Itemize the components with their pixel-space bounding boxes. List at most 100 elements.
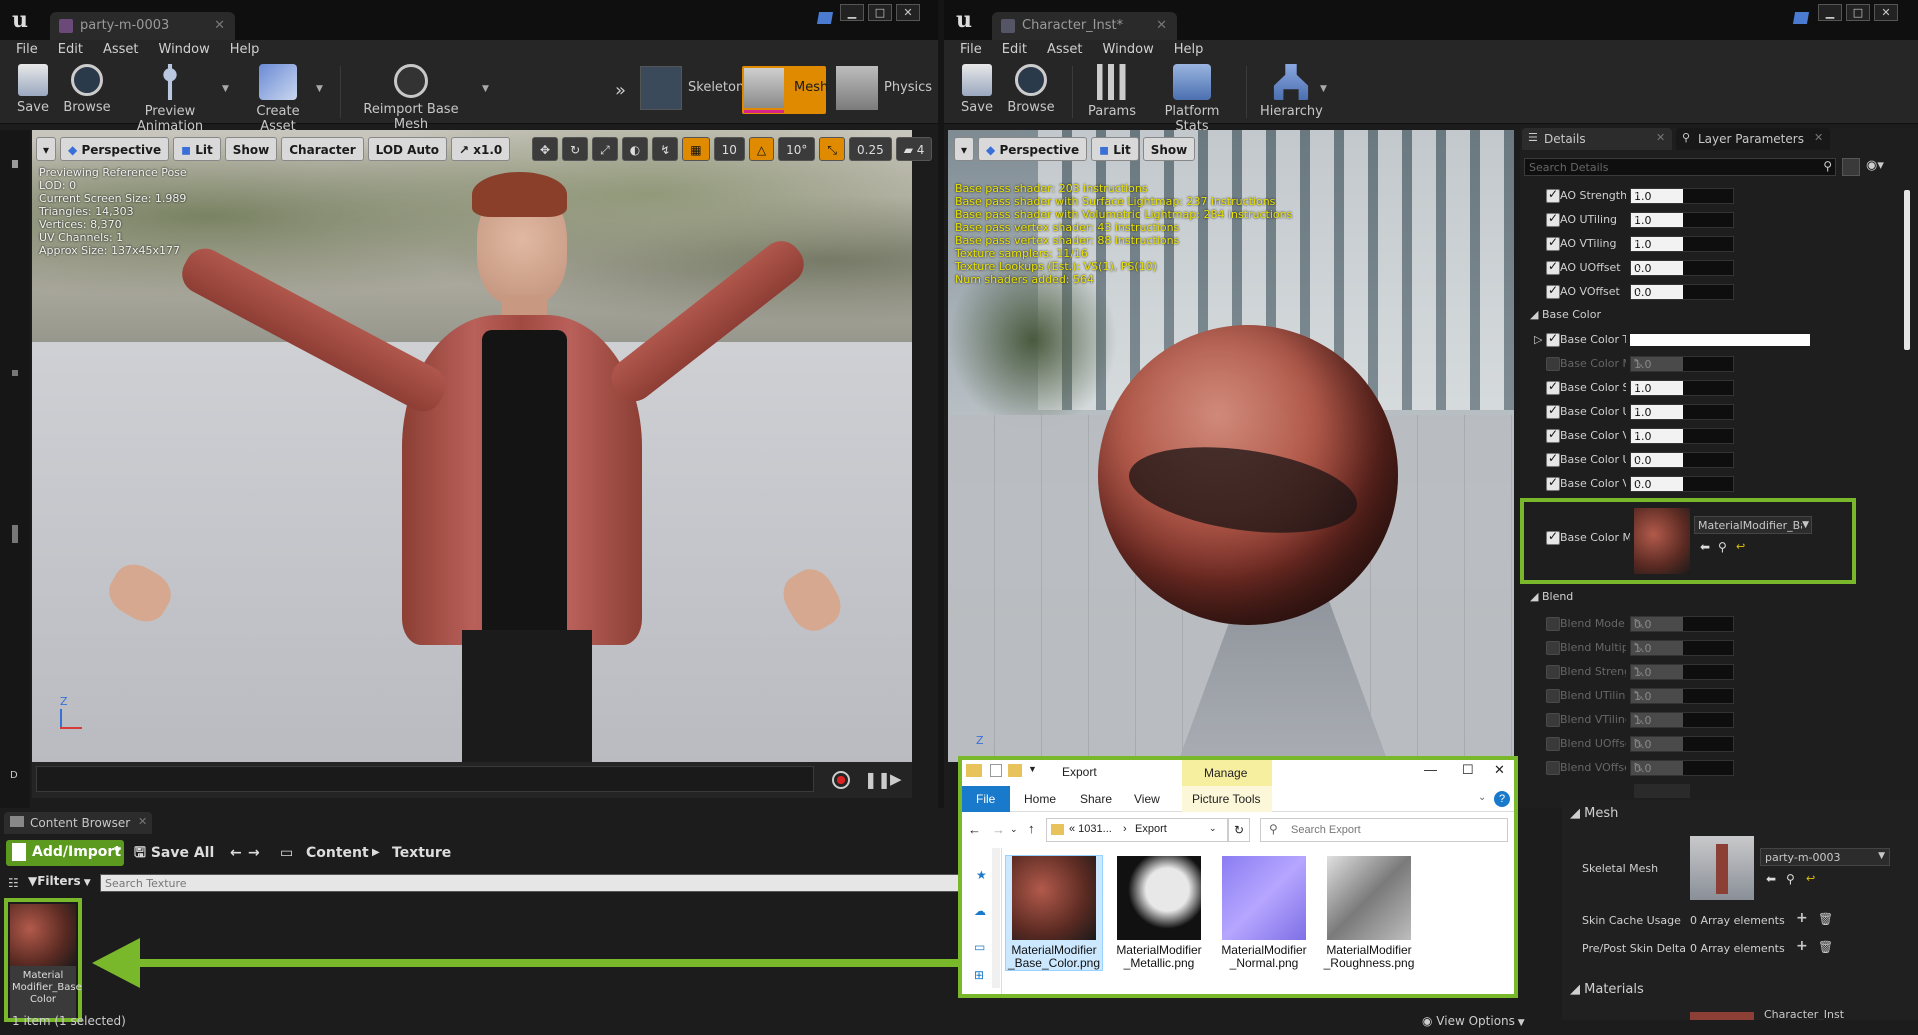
use-selected-icon[interactable]: ⬅ [1766, 872, 1776, 886]
up-icon[interactable]: ↑ [1028, 821, 1035, 836]
delete-icon[interactable]: 🗑 [1818, 940, 1833, 954]
property-value-field[interactable]: 1.0 ⤡ [1630, 212, 1734, 228]
property-value-field[interactable]: 0.0 ⤡ [1630, 616, 1734, 632]
explorer-file-item[interactable]: MaterialModifier _Metallic.png [1111, 856, 1207, 970]
blend-section-header[interactable]: ◢ Blend [1530, 590, 1573, 603]
property-value-field[interactable]: 0.0 ⤡ [1630, 284, 1734, 300]
browse-asset-icon[interactable]: ⚲ [1718, 540, 1727, 554]
content-browser-tab[interactable]: Content Browser ✕ [4, 812, 152, 834]
override-checkbox[interactable] [1546, 689, 1560, 703]
history-back-icon[interactable]: ← [230, 841, 242, 865]
browse-asset-icon[interactable]: ⚲ [1786, 872, 1795, 886]
material-thumbnail[interactable] [1690, 1012, 1754, 1020]
source-control-icon[interactable] [816, 12, 834, 24]
rotate-icon[interactable]: ↻ [562, 137, 589, 161]
menu-asset[interactable]: Asset [1037, 40, 1093, 60]
show-button[interactable]: Show [1142, 137, 1196, 161]
world-space-icon[interactable]: ◐ [621, 137, 649, 161]
add-element-icon[interactable]: + [1796, 938, 1808, 954]
override-checkbox[interactable] [1546, 331, 1560, 347]
translate-icon[interactable]: ✥ [532, 137, 559, 161]
history-forward-icon[interactable]: → [248, 841, 260, 865]
close-window-icon[interactable]: ✕ [1874, 4, 1898, 21]
picture-tools-tab[interactable]: Picture Tools [1182, 786, 1272, 812]
quick-access-icon[interactable]: ★ [976, 868, 987, 882]
ribbon-tab-home[interactable]: Home [1024, 792, 1056, 806]
grid-size-value[interactable]: 10 [713, 137, 745, 161]
filters-button[interactable]: ▼Filters ▼ [28, 874, 91, 892]
minimize-icon[interactable]: ▁ [840, 4, 864, 21]
platform-stats-button[interactable]: Platform Stats [1150, 64, 1234, 134]
property-value-field[interactable]: 1.0 ⤡ [1630, 712, 1734, 728]
menu-file[interactable]: File [6, 40, 48, 60]
override-checkbox[interactable] [1546, 211, 1560, 227]
override-checkbox[interactable] [1546, 665, 1560, 679]
skeletal-mesh-thumbnail[interactable] [1690, 836, 1754, 900]
camera-speed-button[interactable]: ▰ 4 [895, 137, 933, 161]
property-value-field[interactable]: 1.0 ⤡ [1630, 404, 1734, 420]
grid-snap-icon[interactable]: ▦ [682, 137, 710, 161]
maximize-icon[interactable]: □ [868, 4, 892, 21]
property-value-field[interactable]: 0.0 ⤡ [1630, 452, 1734, 468]
close-window-icon[interactable]: ✕ [1494, 762, 1505, 778]
menu-help[interactable]: Help [1164, 40, 1214, 60]
this-pc-icon[interactable]: ▭ [974, 940, 985, 954]
scale-snap-icon[interactable]: ⤡ [819, 137, 846, 161]
property-value-field[interactable]: 1.0 ⤡ [1630, 188, 1734, 204]
override-checkbox[interactable] [1546, 259, 1560, 275]
new-folder-icon[interactable] [1008, 764, 1022, 777]
hierarchy-dropdown-icon[interactable]: ▼ [1320, 84, 1327, 94]
create-asset-dropdown-icon[interactable]: ▼ [316, 84, 323, 94]
address-dropdown-icon[interactable]: ⌄ [1209, 823, 1217, 834]
expand-arrow-icon[interactable]: ▷ [1534, 333, 1542, 346]
close-window-icon[interactable]: ✕ [896, 4, 920, 21]
character-button[interactable]: Character [281, 137, 364, 161]
close-tab-icon[interactable]: ✕ [1156, 12, 1167, 40]
manage-tab[interactable]: Manage [1182, 760, 1272, 786]
surface-snap-icon[interactable]: ↯ [652, 137, 679, 161]
material-dropdown[interactable]: Character_Inst [1760, 1008, 1890, 1020]
network-icon[interactable]: ⊞ [974, 968, 984, 982]
override-checkbox[interactable] [1546, 187, 1560, 203]
white-srgb-field[interactable]: White_sRGB [1634, 784, 1690, 798]
texture-search-field[interactable]: Search Texture [100, 874, 964, 892]
materials-section-header[interactable]: ◢ Materials [1570, 982, 1644, 997]
override-checkbox[interactable] [1546, 529, 1560, 545]
save-button[interactable]: Save [10, 64, 56, 122]
physics-mode-button[interactable]: Physics [836, 66, 936, 110]
property-value-field[interactable]: 1.0 ⤡ [1630, 688, 1734, 704]
view-options-button[interactable]: ◉ View Options ▼ [1422, 1014, 1525, 1028]
params-button[interactable]: Params [1084, 64, 1140, 122]
path-content[interactable]: Content [306, 841, 369, 865]
browse-button[interactable]: Browse [62, 64, 112, 122]
override-checkbox[interactable] [1546, 235, 1560, 251]
qat-dropdown-icon[interactable]: ▼ [1028, 764, 1037, 774]
texture-thumbnail[interactable] [1634, 508, 1690, 574]
show-button[interactable]: Show [224, 137, 278, 161]
save-button[interactable]: Save [954, 64, 1000, 122]
play-forward-icon[interactable]: ▶ [890, 770, 902, 788]
recent-dropdown-icon[interactable]: ⌄ [1010, 824, 1018, 835]
properties-icon[interactable] [990, 764, 1002, 777]
create-asset-button[interactable]: Create Asset [240, 64, 316, 134]
visibility-eye-icon[interactable]: ◉▾ [1866, 158, 1884, 173]
menu-window[interactable]: Window [149, 40, 220, 60]
explorer-file-item[interactable]: MaterialModifier _Base_Color.png [1005, 855, 1103, 971]
preview-animation-button[interactable]: Preview Animation [118, 64, 222, 134]
delete-icon[interactable]: 🗑 [1818, 912, 1833, 926]
lod-button[interactable]: LOD Auto [367, 137, 447, 161]
reset-icon[interactable]: ↩ [1736, 540, 1745, 553]
hierarchy-button[interactable]: Hierarchy [1260, 64, 1323, 122]
minimize-icon[interactable]: ▁ [1818, 4, 1842, 21]
right-viewport[interactable]: Base pass shader: 203 instructions Base p… [948, 130, 1514, 762]
pause-icon[interactable]: ❚❚ [864, 770, 891, 789]
override-checkbox[interactable] [1546, 761, 1560, 775]
override-checkbox[interactable] [1546, 737, 1560, 751]
perspective-button[interactable]: ◆ Perspective [978, 137, 1088, 161]
address-bar[interactable]: « 1031... › Export ⌄ [1046, 818, 1228, 842]
details-scrollbar[interactable] [1904, 190, 1910, 350]
explorer-file-item[interactable]: MaterialModifier _Normal.png [1216, 856, 1312, 970]
browse-button[interactable]: Browse [1004, 64, 1058, 122]
property-value-field[interactable]: 1.0 ⤡ [1630, 640, 1734, 656]
list-view-icon[interactable]: ☷ [8, 876, 19, 890]
